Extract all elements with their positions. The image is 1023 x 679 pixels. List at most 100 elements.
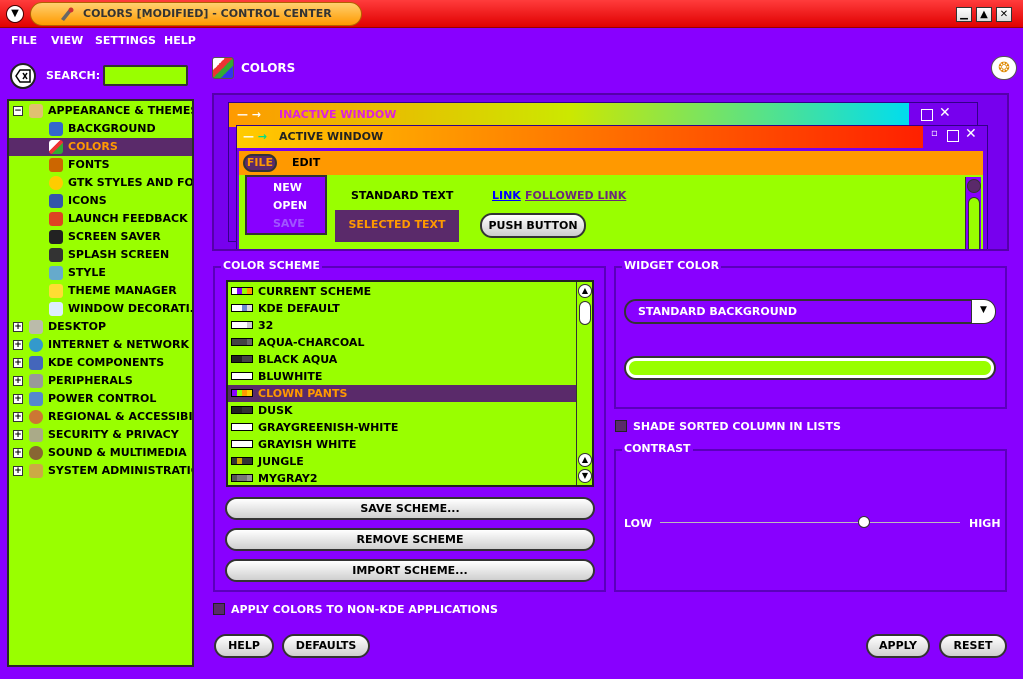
tree-item-regional-accessibility[interactable]: + REGIONAL & ACCESSIBI...	[9, 408, 192, 426]
menu-file[interactable]: FILE	[11, 34, 37, 47]
widget-color-group: WIDGET COLOR	[614, 259, 1007, 409]
contrast-slider-handle[interactable]	[858, 516, 870, 528]
color-preview[interactable]: — → INACTIVE WINDOW ✕ — → ACTIVE WINDOW …	[212, 93, 1009, 251]
tree-item-label: ICONS	[68, 194, 107, 207]
maximize-button[interactable]: ▲	[976, 7, 992, 22]
tree-item-colors[interactable]: COLORS	[9, 138, 192, 156]
system-menu-button[interactable]: ▼	[6, 5, 24, 23]
gtk-icon	[49, 176, 63, 190]
scroll-thumb[interactable]	[579, 301, 591, 325]
menu-help[interactable]: HELP	[164, 34, 196, 47]
kde-logo-icon[interactable]: ❂	[991, 56, 1017, 80]
tree-item-icons[interactable]: ICONS	[9, 192, 192, 210]
scroll-up-icon[interactable]: ▲	[578, 284, 592, 298]
tree-item-gtk-styles[interactable]: GTK STYLES AND FO...	[9, 174, 192, 192]
tree-item-screen-saver[interactable]: SCREEN SAVER	[9, 228, 192, 246]
peripherals-icon	[29, 374, 43, 388]
preview-scrollbar	[965, 177, 981, 249]
scheme-name: 32	[258, 319, 274, 332]
tree-item-style[interactable]: STYLE	[9, 264, 192, 282]
expand-icon[interactable]: +	[13, 448, 23, 458]
scheme-list-item[interactable]: CLOWN PANTS	[228, 385, 576, 402]
scheme-list-item[interactable]: GRAYGREENISH-WHITE	[228, 419, 576, 436]
tree-item-power-control[interactable]: + POWER CONTROL	[9, 390, 192, 408]
scheme-list-scrollbar[interactable]: ▲ ▲ ▼	[576, 282, 592, 485]
scheme-name: GRAYISH WHITE	[258, 438, 357, 451]
menu-view[interactable]: VIEW	[51, 34, 83, 47]
scheme-list-item[interactable]: 32	[228, 317, 576, 334]
expand-icon[interactable]: +	[13, 430, 23, 440]
internet-icon	[29, 338, 43, 352]
remove-scheme-button[interactable]: REMOVE SCHEME	[225, 528, 595, 551]
clear-search-button[interactable]	[10, 63, 36, 89]
search-input[interactable]	[103, 65, 188, 86]
tree-item-desktop[interactable]: + DESKTOP	[9, 318, 192, 336]
tree-item-sound-multimedia[interactable]: + SOUND & MULTIMEDIA	[9, 444, 192, 462]
scheme-list-item[interactable]: KDE DEFAULT	[228, 300, 576, 317]
tree-item-fonts[interactable]: FONTS	[9, 156, 192, 174]
close-button[interactable]: ✕	[996, 7, 1012, 22]
scheme-list-item[interactable]: DUSK	[228, 402, 576, 419]
apply-nonkde-checkbox[interactable]	[213, 603, 225, 615]
scheme-list-item[interactable]: BLACK AQUA	[228, 351, 576, 368]
tree-item-system-administration[interactable]: + SYSTEM ADMINISTRATION	[9, 462, 192, 480]
scheme-list[interactable]: CURRENT SCHEME KDE DEFAULT 32 AQUA-CHARCOAL…	[226, 280, 594, 487]
scroll-down-icon[interactable]: ▼	[578, 469, 592, 483]
expand-icon[interactable]: +	[13, 394, 23, 404]
tree-item-label: INTERNET & NETWORK	[48, 338, 189, 351]
tree-item-theme-manager[interactable]: THEME MANAGER	[9, 282, 192, 300]
tree-item-label: KDE COMPONENTS	[48, 356, 165, 369]
scheme-list-item[interactable]: GRAYISH WHITE	[228, 436, 576, 453]
chevron-down-icon[interactable]: ▼	[971, 300, 995, 323]
contrast-slider-track[interactable]	[660, 522, 960, 523]
scheme-swatch	[231, 406, 253, 414]
expand-icon[interactable]: +	[13, 340, 23, 350]
scheme-name: AQUA-CHARCOAL	[258, 336, 365, 349]
import-scheme-button[interactable]: IMPORT SCHEME...	[225, 559, 595, 582]
shade-sorted-checkbox[interactable]	[615, 420, 627, 432]
expand-icon[interactable]: +	[13, 322, 23, 332]
tree-item-label: THEME MANAGER	[68, 284, 177, 297]
active-window-preview[interactable]: — → ACTIVE WINDOW ▫ ✕ FILE EDIT STANDARD…	[236, 125, 988, 249]
tree-item-peripherals[interactable]: + PERIPHERALS	[9, 372, 192, 390]
search-label: SEARCH:	[46, 69, 101, 82]
scheme-swatch	[231, 457, 253, 465]
inactive-window-titlebar: — → INACTIVE WINDOW	[229, 103, 909, 127]
collapse-icon[interactable]: −	[13, 106, 23, 116]
scroll-up-icon[interactable]: ▲	[578, 453, 592, 467]
tree-item-internet-network[interactable]: + INTERNET & NETWORK	[9, 336, 192, 354]
scheme-list-item[interactable]: JUNGLE	[228, 453, 576, 470]
scheme-list-item[interactable]: AQUA-CHARCOAL	[228, 334, 576, 351]
tree-item-background[interactable]: BACKGROUND	[9, 120, 192, 138]
tree-item-appearance-themes[interactable]: − APPEARANCE & THEMES	[9, 102, 192, 120]
widget-color-button[interactable]	[624, 356, 996, 380]
reset-button[interactable]: RESET	[939, 634, 1007, 658]
widget-color-select[interactable]: STANDARD BACKGROUND ▼	[624, 299, 996, 324]
expand-icon[interactable]: +	[13, 358, 23, 368]
tree-item-label: GTK STYLES AND FO...	[68, 176, 192, 189]
scheme-list-item[interactable]: BLUWHITE	[228, 368, 576, 385]
background-icon	[49, 122, 63, 136]
kde-components-icon	[29, 356, 43, 370]
tree-item-security-privacy[interactable]: + SECURITY & PRIVACY	[9, 426, 192, 444]
scheme-name: MYGRAY2	[258, 472, 318, 485]
defaults-button[interactable]: DEFAULTS	[282, 634, 370, 658]
menu-settings[interactable]: SETTINGS	[95, 34, 156, 47]
minimize-button[interactable]: ▁	[956, 7, 972, 22]
launch-feedback-icon	[49, 212, 63, 226]
module-tree[interactable]: − APPEARANCE & THEMES BACKGROUND COLORS …	[7, 99, 194, 667]
expand-icon[interactable]: +	[13, 376, 23, 386]
tree-item-label: SCREEN SAVER	[68, 230, 161, 243]
save-scheme-button[interactable]: SAVE SCHEME...	[225, 497, 595, 520]
tree-item-window-decorations[interactable]: WINDOW DECORATI...	[9, 300, 192, 318]
tree-item-launch-feedback[interactable]: LAUNCH FEEDBACK	[9, 210, 192, 228]
expand-icon[interactable]: +	[13, 466, 23, 476]
help-button[interactable]: HELP	[214, 634, 274, 658]
apply-button[interactable]: APPLY	[866, 634, 930, 658]
tree-item-kde-components[interactable]: + KDE COMPONENTS	[9, 354, 192, 372]
expand-icon[interactable]: +	[13, 412, 23, 422]
window-titlebar[interactable]: ▼ COLORS [MODIFIED] - CONTROL CENTER ▁ ▲…	[0, 0, 1023, 28]
scheme-list-item[interactable]: CURRENT SCHEME	[228, 283, 576, 300]
scheme-list-item[interactable]: MYGRAY2	[228, 470, 576, 485]
tree-item-splash-screen[interactable]: SPLASH SCREEN	[9, 246, 192, 264]
